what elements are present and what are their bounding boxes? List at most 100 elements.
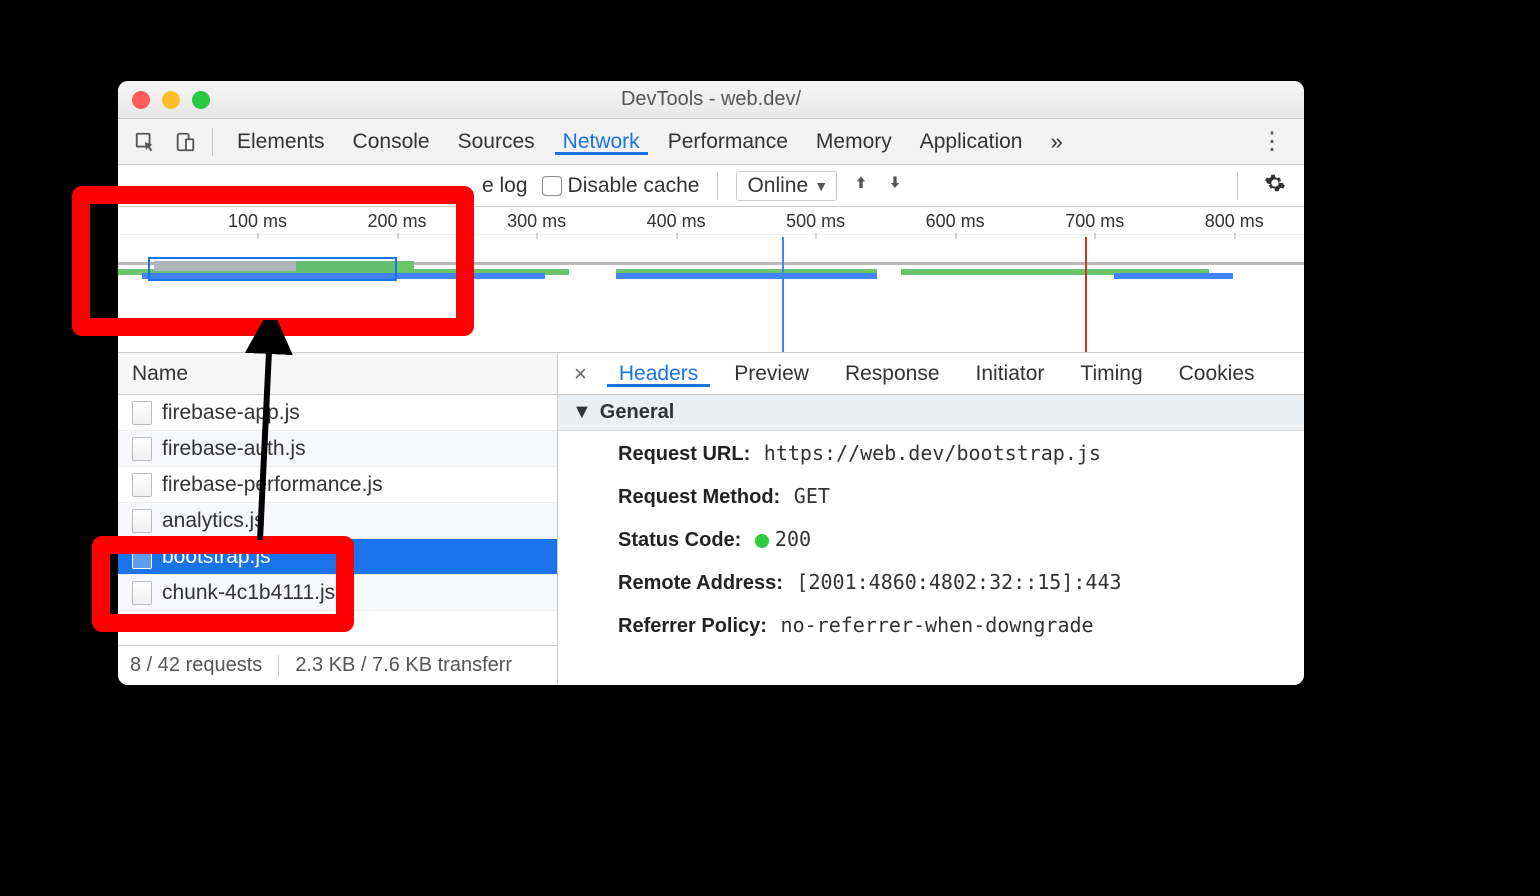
throttling-select[interactable]: Online ▼ (736, 171, 837, 201)
timeline-tick: 800 ms (1205, 211, 1264, 232)
separator (212, 128, 213, 156)
name-column-label: Name (132, 362, 188, 386)
inspect-element-icon[interactable] (128, 125, 162, 159)
request-name: analytics.js (162, 509, 265, 533)
request-row[interactable]: firebase-auth.js (118, 431, 557, 467)
request-name: bootstrap.js (162, 545, 271, 569)
request-row[interactable]: chunk-4c1b4111.js (118, 575, 557, 611)
timeline-tick: 400 ms (647, 211, 706, 232)
disable-cache-label: Disable cache (568, 174, 700, 197)
request-name: firebase-performance.js (162, 473, 383, 497)
traffic-lights (132, 91, 210, 109)
timeline-tick: 600 ms (926, 211, 985, 232)
transfer-size: 2.3 KB / 7.6 KB transferr (295, 654, 512, 677)
file-icon (132, 473, 152, 497)
remote-address-key: Remote Address: (618, 572, 783, 594)
tab-application[interactable]: Application (906, 130, 1037, 154)
request-list-panel: Name firebase-app.jsfirebase-auth.jsfire… (118, 353, 558, 685)
request-row[interactable]: firebase-app.js (118, 395, 557, 431)
request-method-key: Request Method: (618, 486, 780, 508)
details-tab-initiator[interactable]: Initiator (958, 362, 1063, 386)
throttling-value: Online (747, 174, 808, 197)
network-overview-timeline[interactable]: 100 ms 200 ms 300 ms 400 ms 500 ms 600 ms 700 … (118, 207, 1304, 353)
file-icon (132, 509, 152, 533)
disclosure-triangle-icon: ▼ (572, 401, 592, 424)
tab-performance[interactable]: Performance (654, 130, 802, 154)
request-details-panel: × HeadersPreviewResponseInitiatorTimingC… (558, 353, 1304, 685)
title-bar: DevTools - web.dev/ (118, 81, 1304, 119)
details-tab-timing[interactable]: Timing (1062, 362, 1160, 386)
download-har-icon[interactable] (885, 173, 905, 199)
network-body: Name firebase-app.jsfirebase-auth.jsfire… (118, 353, 1304, 685)
details-tab-headers[interactable]: Headers (601, 362, 716, 386)
close-details-icon[interactable]: × (564, 361, 597, 387)
preserve-log-label-fragment: e log (482, 174, 528, 198)
request-rows: firebase-app.js firebase-auth.js firebase-… (118, 395, 557, 645)
tab-sources[interactable]: Sources (444, 130, 549, 154)
status-code-key: Status Code: (618, 529, 741, 551)
status-code-row: Status Code: 200 (618, 527, 1280, 552)
upload-har-icon[interactable] (851, 173, 871, 199)
request-method-row: Request Method: GET (618, 484, 1280, 509)
devtools-tabs: ElementsConsoleSourcesNetworkPerformance… (118, 119, 1304, 165)
separator (717, 172, 718, 200)
timeline-selection[interactable] (148, 257, 397, 281)
close-window-button[interactable] (132, 91, 150, 109)
file-icon (132, 437, 152, 461)
general-kv-list: Request URL: https://web.dev/bootstrap.j… (558, 431, 1304, 658)
separator (278, 655, 279, 677)
tab-network[interactable]: Network (549, 130, 654, 154)
devtools-window: DevTools - web.dev/ ElementsConsoleSourc… (118, 81, 1304, 685)
more-tabs-icon[interactable]: » (1042, 129, 1070, 155)
network-status-bar: 8 / 42 requests 2.3 KB / 7.6 KB transfer… (118, 645, 557, 685)
network-toolbar: e log Disable cache Online ▼ (118, 165, 1304, 207)
status-code-value: 200 (755, 527, 811, 551)
file-icon (132, 581, 152, 605)
general-section-header[interactable]: ▼ General (558, 395, 1304, 431)
disable-cache-checkbox[interactable]: Disable cache (542, 174, 700, 198)
details-tab-preview[interactable]: Preview (716, 362, 827, 386)
tab-elements[interactable]: Elements (223, 130, 339, 154)
tab-memory[interactable]: Memory (802, 130, 906, 154)
remote-address-value: [2001:4860:4802:32::15]:443 (796, 570, 1121, 594)
separator (1237, 172, 1238, 200)
request-name: firebase-app.js (162, 401, 300, 425)
details-tab-bar: × HeadersPreviewResponseInitiatorTimingC… (558, 353, 1304, 395)
general-section-label: General (600, 401, 674, 424)
maximize-window-button[interactable] (192, 91, 210, 109)
timeline-tick: 200 ms (368, 211, 427, 232)
remote-address-row: Remote Address: [2001:4860:4802:32::15]:… (618, 570, 1280, 595)
request-row[interactable]: analytics.js (118, 503, 557, 539)
request-name: firebase-auth.js (162, 437, 306, 461)
device-toggle-icon[interactable] (168, 125, 202, 159)
domcontentloaded-marker (782, 237, 784, 352)
referrer-policy-value: no-referrer-when-downgrade (781, 613, 1094, 637)
load-event-marker (1085, 237, 1087, 352)
timeline-tick: 100 ms (228, 211, 287, 232)
referrer-policy-key: Referrer Policy: (618, 615, 767, 637)
request-url-row: Request URL: https://web.dev/bootstrap.j… (618, 441, 1280, 466)
request-row[interactable]: bootstrap.js (118, 539, 557, 575)
request-name: chunk-4c1b4111.js (162, 581, 335, 605)
timeline-tick: 500 ms (786, 211, 845, 232)
request-url-value: https://web.dev/bootstrap.js (764, 441, 1101, 465)
request-row[interactable]: firebase-performance.js (118, 467, 557, 503)
settings-gear-icon[interactable] (1256, 172, 1294, 200)
status-dot-icon (755, 534, 769, 548)
file-icon (132, 401, 152, 425)
timeline-tick: 300 ms (507, 211, 566, 232)
timeline-tick: 700 ms (1065, 211, 1124, 232)
file-icon (132, 545, 152, 569)
request-method-value: GET (794, 484, 830, 508)
timeline-ticks: 100 ms 200 ms 300 ms 400 ms 500 ms 600 ms 700 … (118, 207, 1304, 235)
window-title: DevTools - web.dev/ (118, 88, 1304, 111)
minimize-window-button[interactable] (162, 91, 180, 109)
referrer-policy-row: Referrer Policy: no-referrer-when-downgr… (618, 613, 1280, 638)
kebab-menu-icon[interactable]: ⋮ (1250, 127, 1294, 156)
chevron-down-icon: ▼ (814, 178, 828, 194)
tab-console[interactable]: Console (339, 130, 444, 154)
name-column-header[interactable]: Name (118, 353, 557, 395)
request-url-key: Request URL: (618, 443, 750, 465)
details-tab-response[interactable]: Response (827, 362, 958, 386)
details-tab-cookies[interactable]: Cookies (1161, 362, 1273, 386)
